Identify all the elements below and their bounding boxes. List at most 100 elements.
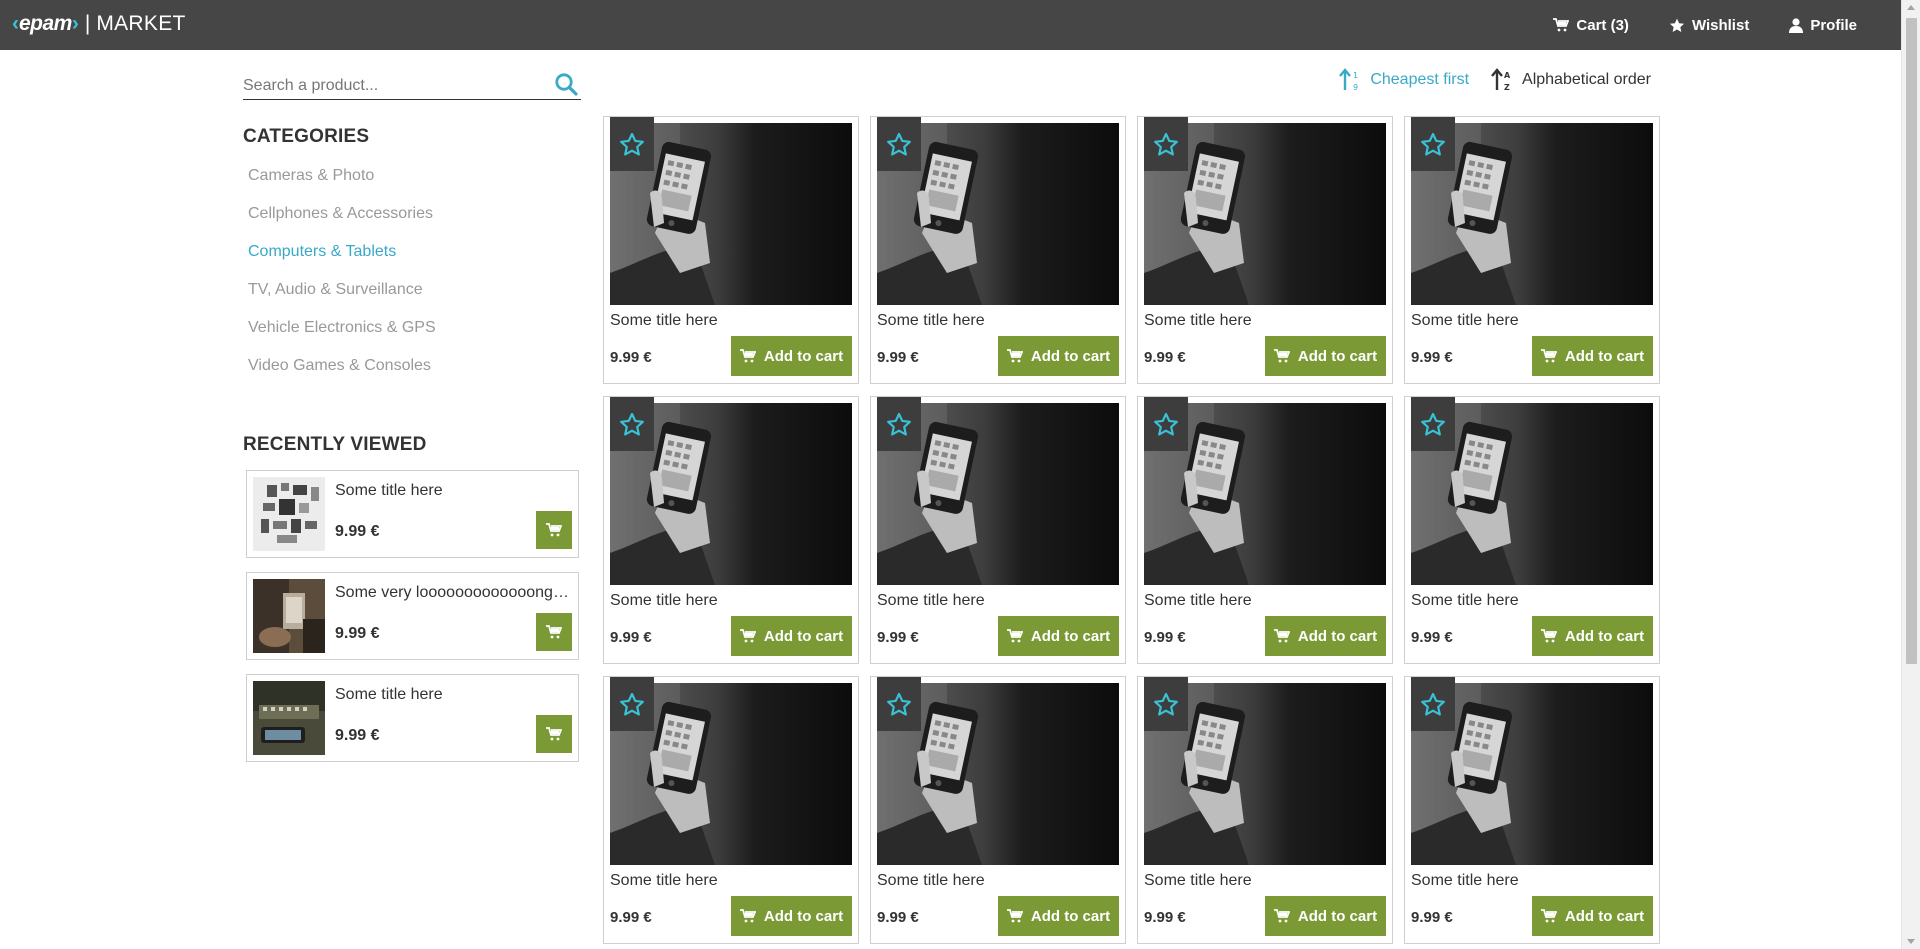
product-title[interactable]: Some title here [1144,592,1252,610]
product-card[interactable]: Some title here 9.99 € Add to cart [870,396,1126,664]
nav-profile[interactable]: Profile [1789,17,1857,34]
scroll-up-arrow-icon[interactable] [1907,5,1915,10]
product-card[interactable]: Some title here 9.99 € Add to cart [1137,396,1393,664]
product-card[interactable]: Some title here 9.99 € Add to cart [603,116,859,384]
page-scrollbar[interactable] [1901,0,1920,949]
add-to-cart-label: Add to cart [1030,907,1111,925]
logo-chevron-left: ‹ [12,12,19,35]
recently-viewed-heading: RECENTLY VIEWED [243,434,427,455]
category-item-vehicle[interactable]: Vehicle Electronics & GPS [243,318,581,356]
add-to-cart-label: Add to cart [763,627,844,645]
category-item-cellphones[interactable]: Cellphones & Accessories [243,204,581,242]
product-title[interactable]: Some title here [610,872,718,890]
recently-viewed-price: 9.99 € [335,727,380,744]
product-price: 9.99 € [1411,909,1453,926]
add-to-cart-button[interactable]: Add to cart [731,336,852,376]
nav-cart[interactable]: Cart (3) [1553,17,1629,34]
search-input[interactable] [243,70,533,98]
search-icon [555,73,578,96]
cart-icon [739,629,756,643]
add-to-cart-button[interactable]: Add to cart [1532,896,1653,936]
scroll-down-arrow-icon[interactable] [1907,939,1915,944]
product-title[interactable]: Some title here [877,592,985,610]
add-to-cart-label: Add to cart [763,347,844,365]
wishlist-toggle[interactable] [877,677,921,731]
add-to-cart-label: Add to cart [1564,907,1645,925]
product-card[interactable]: Some title here 9.99 € Add to cart [1404,396,1660,664]
wishlist-toggle[interactable] [610,117,654,171]
recently-viewed-item[interactable]: Some very looooooooooooong title here 9.… [246,572,579,660]
wishlist-toggle[interactable] [1411,117,1455,171]
sort-alphabetical-order-label: Alphabetical order [1522,71,1651,88]
add-to-cart-button[interactable]: Add to cart [1532,616,1653,656]
recently-viewed-item[interactable]: Some title here 9.99 € [246,674,579,762]
wishlist-toggle[interactable] [610,677,654,731]
product-title[interactable]: Some title here [610,592,718,610]
add-to-cart-button[interactable]: Add to cart [998,336,1119,376]
category-item-computers[interactable]: Computers & Tablets [243,242,581,280]
logo[interactable]: ‹ epam › | MARKET [12,12,186,36]
search-bar [243,70,581,100]
wishlist-toggle[interactable] [610,397,654,451]
add-to-cart-button[interactable]: Add to cart [1265,336,1386,376]
add-to-cart-button[interactable]: Add to cart [1532,336,1653,376]
add-to-cart-button[interactable]: Add to cart [1265,616,1386,656]
nav-wishlist[interactable]: Wishlist [1669,17,1749,34]
product-title[interactable]: Some title here [610,312,718,330]
category-item-video-games[interactable]: Video Games & Consoles [243,356,581,394]
wishlist-toggle[interactable] [877,117,921,171]
product-title[interactable]: Some title here [877,312,985,330]
wishlist-toggle[interactable] [1411,397,1455,451]
svg-text:1: 1 [1353,71,1358,80]
add-to-cart-button[interactable]: Add to cart [998,616,1119,656]
logo-brand: epam [19,12,72,35]
wishlist-toggle[interactable] [1144,397,1188,451]
add-to-cart-button[interactable]: Add to cart [1265,896,1386,936]
cart-icon [739,909,756,923]
product-title[interactable]: Some title here [877,872,985,890]
product-card[interactable]: Some title here 9.99 € Add to cart [870,116,1126,384]
star-outline-icon [887,132,911,156]
categories-heading: CATEGORIES [243,126,370,147]
wishlist-toggle[interactable] [1411,677,1455,731]
recently-viewed-item[interactable]: Some title here 9.99 € [246,470,579,558]
wishlist-toggle[interactable] [1144,117,1188,171]
search-button[interactable] [551,70,581,98]
recently-viewed-add-to-cart-button[interactable] [536,715,572,753]
product-card[interactable]: Some title here 9.99 € Add to cart [1137,676,1393,944]
product-title[interactable]: Some title here [1411,872,1519,890]
product-title[interactable]: Some title here [1411,592,1519,610]
add-to-cart-button[interactable]: Add to cart [998,896,1119,936]
star-outline-icon [620,412,644,436]
wishlist-toggle[interactable] [877,397,921,451]
recently-viewed-list: Some title here 9.99 € Some very loooooo… [243,470,581,762]
product-title[interactable]: Some title here [1144,312,1252,330]
product-title[interactable]: Some title here [1411,312,1519,330]
product-card[interactable]: Some title here 9.99 € Add to cart [1404,116,1660,384]
recently-viewed-title[interactable]: Some title here [335,482,571,500]
product-card[interactable]: Some title here 9.99 € Add to cart [1137,116,1393,384]
add-to-cart-button[interactable]: Add to cart [731,896,852,936]
scrollbar-thumb[interactable] [1906,18,1917,664]
sort-alphabetical-order[interactable]: AZ Alphabetical order [1491,68,1651,92]
star-outline-icon [620,692,644,716]
category-item-tv[interactable]: TV, Audio & Surveillance [243,280,581,318]
product-card[interactable]: Some title here 9.99 € Add to cart [1404,676,1660,944]
recently-viewed-title[interactable]: Some title here [335,686,571,704]
recently-viewed-add-to-cart-button[interactable] [536,511,572,549]
recently-viewed-add-to-cart-button[interactable] [536,613,572,651]
sort-alpha-icon: AZ [1491,68,1511,92]
product-price: 9.99 € [1144,349,1186,366]
wishlist-toggle[interactable] [1144,677,1188,731]
recently-viewed-title[interactable]: Some very looooooooooooong title here [335,584,571,602]
logo-app-name: MARKET [96,12,186,35]
product-card[interactable]: Some title here 9.99 € Add to cart [603,396,859,664]
product-card[interactable]: Some title here 9.99 € Add to cart [870,676,1126,944]
product-title[interactable]: Some title here [1144,872,1252,890]
category-item-cameras[interactable]: Cameras & Photo [243,166,581,204]
product-card[interactable]: Some title here 9.99 € Add to cart [603,676,859,944]
sort-numeric-icon: 19 [1339,68,1358,92]
sort-cheapest-first[interactable]: 19 Cheapest first [1339,68,1469,92]
add-to-cart-button[interactable]: Add to cart [731,616,852,656]
nav-profile-label: Profile [1810,16,1857,34]
